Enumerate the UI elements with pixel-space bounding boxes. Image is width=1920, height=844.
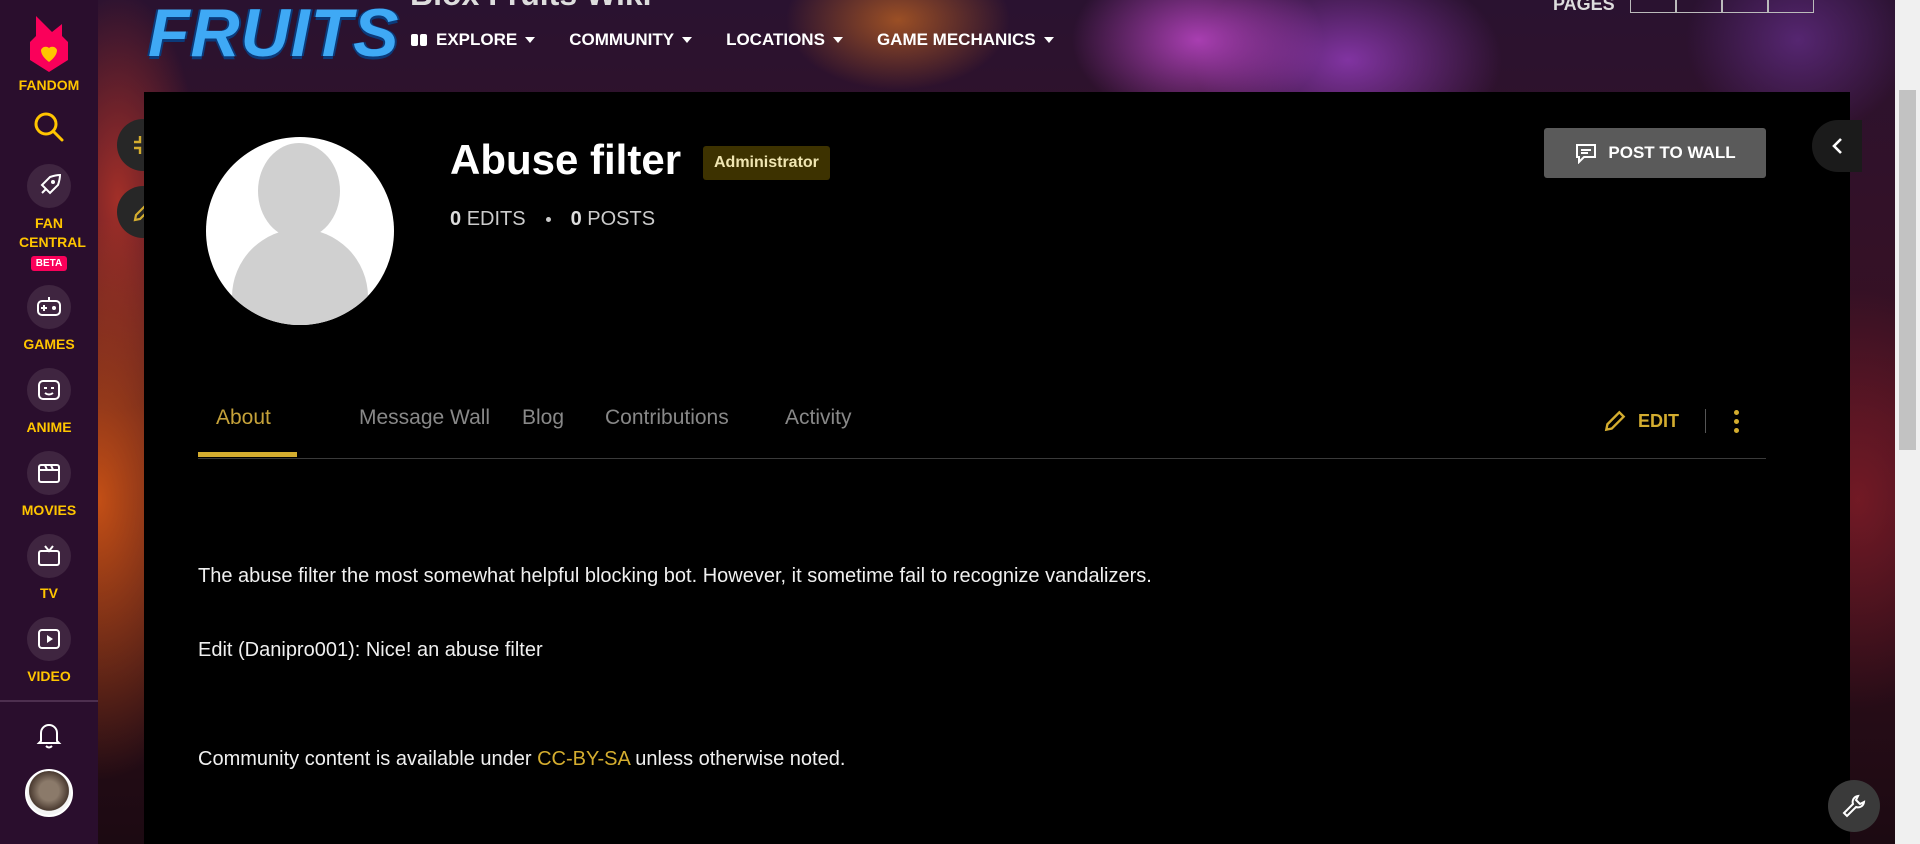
beta-badge: BETA [30,256,68,271]
page-tools-button[interactable] [1828,780,1880,832]
post-to-wall-button[interactable]: POST TO WALL [1544,128,1766,178]
search-icon[interactable] [31,109,67,150]
rail-item-label: FAN CENTRAL [19,215,86,250]
tab-contributions[interactable]: Contributions [605,406,729,430]
role-badge: Administrator [703,146,830,180]
right-rail-toggle[interactable] [1812,120,1862,172]
edit-label: EDIT [1638,410,1680,431]
profile-stats: 0 EDITS 0 POSTS [450,208,655,231]
rail-item-label: ANIME [26,419,72,435]
page-action-button[interactable] [1722,0,1768,13]
nav-label: GAME MECHANICS [876,30,1036,49]
nav-game-mechanics[interactable]: GAME MECHANICS [877,30,1054,50]
fandom-heart-icon [29,16,68,72]
chevron-left-icon [1832,138,1842,154]
stats-separator [545,217,551,222]
post-to-wall-label: POST TO WALL [1608,143,1736,162]
nav-explore[interactable]: EXPLORE [410,30,536,50]
chevron-down-icon [832,37,843,43]
page-action-button[interactable] [1768,0,1814,13]
nav-label: COMMUNITY [569,30,675,49]
comment-icon [1576,144,1597,164]
user-profile-panel: Abuse filter Administrator 0 EDITS 0 POS… [144,92,1850,844]
pages-count-label: PAGES [1553,0,1615,14]
license-notice: Community content is available under CC-… [198,748,846,770]
about-paragraph: Edit (Danipro001): Nice! an abuse filter [198,639,543,661]
page-action-buttons [1630,0,1814,13]
user-avatar[interactable] [25,769,73,817]
profile-avatar [206,137,394,325]
explore-icon [411,34,427,46]
chevron-down-icon [1043,37,1054,43]
tv-icon [38,545,60,566]
posts-stat[interactable]: 0 POSTS [571,208,655,231]
rocket-icon [40,173,62,195]
rail-item-label: TV [40,585,58,601]
tab-activity[interactable]: Activity [785,406,852,430]
anime-face-icon [38,380,60,400]
nav-community[interactable]: COMMUNITY [569,30,693,50]
pencil-icon [1604,410,1626,432]
wrench-icon [1842,794,1866,818]
rail-item-label: MOVIES [21,502,77,518]
nav-label: EXPLORE [436,30,518,49]
wiki-logo[interactable]: FRUITS [148,0,400,68]
controller-icon [37,297,61,316]
rail-item-video[interactable]: VIDEO [27,617,71,686]
scrollbar-thumb[interactable] [1899,90,1916,450]
page-scrollbar[interactable] [1895,0,1920,844]
fandom-global-rail: FANDOM FAN CENTRAL BETA GAMES ANIME MOVI… [0,0,98,844]
rail-item-anime[interactable]: ANIME [26,368,72,437]
wiki-title[interactable]: Blox Fruits Wiki [410,0,652,13]
profile-tabs: About Message Wall Blog Contributions Ac… [198,392,1766,459]
rail-item-label: VIDEO [27,668,71,684]
fandom-logo[interactable]: FANDOM [18,14,80,95]
page-action-button[interactable] [1630,0,1676,13]
page-action-button[interactable] [1676,0,1722,13]
active-tab-indicator [198,452,297,457]
profile-username: Abuse filter [450,136,682,183]
actions-divider [1705,409,1707,433]
wiki-header: FRUITS Blox Fruits Wiki EXPLORE COMMUNIT… [98,0,1920,92]
tab-about[interactable]: About [216,406,271,430]
chevron-down-icon [682,37,693,43]
rail-item-games[interactable]: GAMES [23,285,75,354]
tab-blog[interactable]: Blog [522,406,564,430]
fandom-brand-label: FANDOM [18,77,80,93]
license-link[interactable]: CC-BY-SA [537,748,630,770]
about-paragraph: The abuse filter the most somewhat helpf… [198,565,1152,587]
edits-stat[interactable]: 0 EDITS [450,208,526,231]
rail-item-tv[interactable]: TV [27,534,71,603]
more-options-icon[interactable] [1734,409,1740,433]
chevron-down-icon [525,37,536,43]
nav-label: LOCATIONS [726,30,825,49]
rail-item-fan-central[interactable]: FAN CENTRAL BETA [19,164,86,271]
rail-divider [0,700,98,702]
rail-item-movies[interactable]: MOVIES [22,451,76,520]
edit-about-button[interactable]: EDIT [1602,408,1679,434]
wiki-nav: EXPLORE COMMUNITY LOCATIONS GAME MECHANI… [410,30,1054,50]
rail-item-label: GAMES [23,336,75,352]
notifications-bell-icon[interactable] [36,720,62,755]
nav-locations[interactable]: LOCATIONS [726,30,843,50]
clapperboard-icon [38,464,60,483]
tab-message-wall[interactable]: Message Wall [359,406,490,430]
play-icon [38,629,60,649]
about-actions: EDIT [1602,408,1740,434]
